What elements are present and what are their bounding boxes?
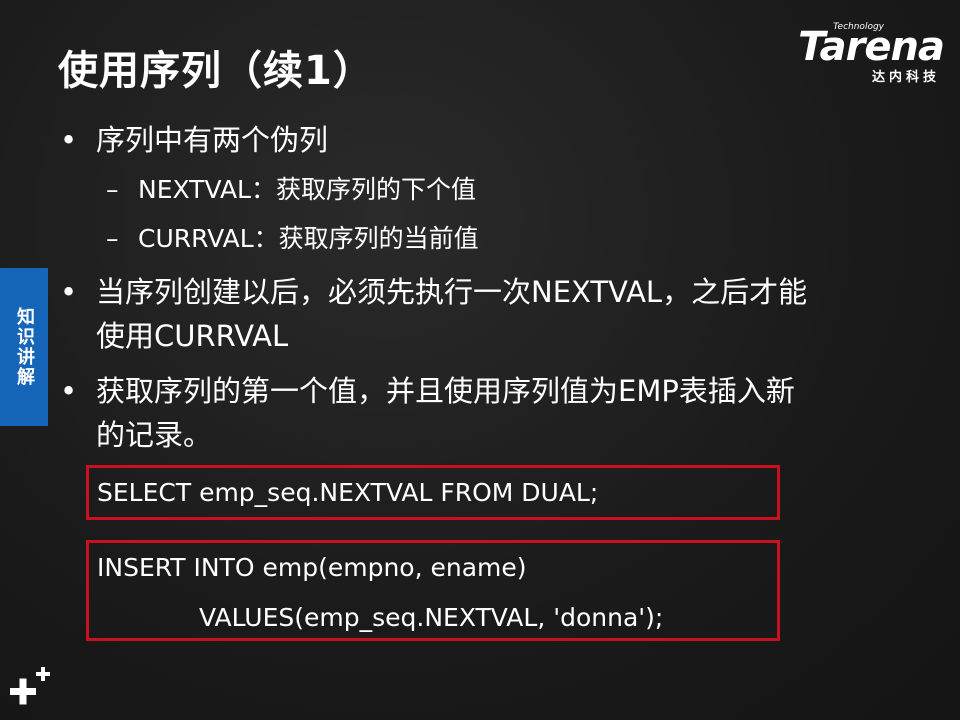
bullet-text: 使用CURRVAL [96, 319, 289, 353]
plus-plus-icon [6, 662, 56, 712]
bullet-text: 获取序列的第一个值，并且使用序列值为EMP表插入新 [96, 374, 795, 408]
bullet-dot: • [60, 374, 78, 408]
sub-bullet-text: NEXTVAL：获取序列的下个值 [138, 175, 476, 204]
sub-bullet-text: CURRVAL：获取序列的当前值 [138, 224, 479, 253]
code-line: INSERT INTO emp(empno, ename) [97, 553, 527, 582]
sub-bullet-dash: – [106, 175, 119, 204]
code-line: SELECT emp_seq.NEXTVAL FROM DUAL; [97, 478, 599, 507]
side-tab-label: 知识讲解 [14, 307, 35, 387]
bullet-dot: • [60, 123, 78, 157]
code-block-select: SELECT emp_seq.NEXTVAL FROM DUAL; [86, 465, 780, 520]
bullet-dot: • [60, 275, 78, 309]
code-line: VALUES(emp_seq.NEXTVAL, 'donna'); [199, 603, 664, 632]
code-block-insert: INSERT INTO emp(empno, ename) VALUES(emp… [86, 540, 780, 641]
sub-bullet-dash: – [106, 224, 119, 253]
page-title: 使用序列（续1） [58, 48, 374, 94]
bullet-text: 的记录。 [96, 418, 213, 452]
slide: 使用序列（续1） Technology Tarena 达内科技 知识讲解 • 序… [0, 0, 960, 720]
bullet-text: 序列中有两个伪列 [96, 123, 329, 157]
side-tab-knowledge: 知识讲解 [0, 268, 48, 426]
logo-brand: Tarena [798, 24, 945, 70]
logo-chinese: 达内科技 [871, 70, 940, 85]
tarena-logo: Technology Tarena 达内科技 [774, 22, 945, 85]
bullet-text: 当序列创建以后，必须先执行一次NEXTVAL，之后才能 [96, 275, 808, 309]
